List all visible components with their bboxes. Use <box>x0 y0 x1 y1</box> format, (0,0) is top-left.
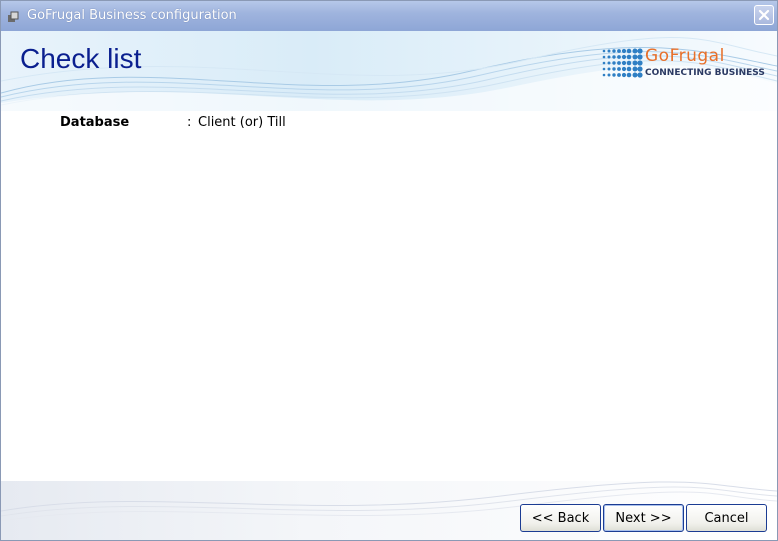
title-bar[interactable]: GoFrugal Business configuration <box>1 1 777 31</box>
checklist-item-separator: : <box>187 115 192 130</box>
gofrugal-logo: GoFrugal CONNECTING BUSINESS <box>601 46 771 82</box>
logo-dots-icon <box>602 48 643 78</box>
wizard-window: GoFrugal Business configuration Check li… <box>0 0 778 541</box>
window-title: GoFrugal Business configuration <box>27 8 237 23</box>
page-title: Check list <box>20 43 142 74</box>
checklist-item-value: Client (or) Till <box>198 115 286 130</box>
app-icon <box>7 9 21 23</box>
cancel-button[interactable]: Cancel <box>686 504 767 532</box>
logo-tagline: CONNECTING BUSINESS <box>645 68 765 78</box>
close-button[interactable] <box>754 5 774 25</box>
checklist-panel: Database : Client (or) Till <box>1 96 777 496</box>
next-button[interactable]: Next >> <box>603 504 684 532</box>
checklist-item-label: Database <box>60 115 130 130</box>
back-button[interactable]: << Back <box>520 504 601 532</box>
logo-brand-text: GoFrugal <box>645 46 725 66</box>
close-icon <box>758 9 770 21</box>
